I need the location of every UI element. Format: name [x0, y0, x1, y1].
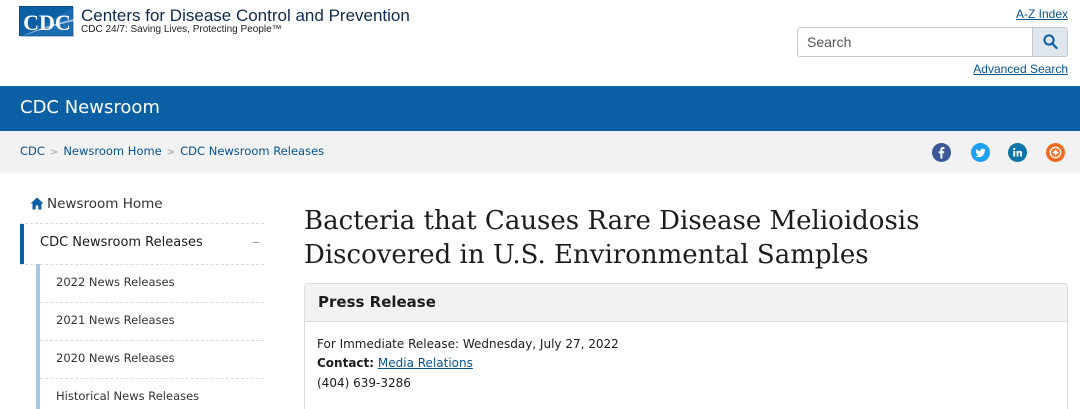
contact-phone: (404) 639-3286 — [317, 376, 411, 390]
breadcrumb: CDC > Newsroom Home > CDC Newsroom Releases — [20, 144, 324, 158]
az-index-link[interactable]: A-Z Index — [1016, 7, 1068, 21]
sidebar-item-label: Historical News Releases — [56, 389, 200, 403]
sidebar-item-2021[interactable]: 2021 News Releases — [36, 302, 264, 340]
release-date: For Immediate Release: Wednesday, July 2… — [317, 337, 619, 351]
syndicate-icon[interactable] — [1046, 143, 1065, 162]
sidebar-item-label: 2020 News Releases — [56, 351, 175, 365]
breadcrumb-separator: > — [166, 147, 176, 158]
site-header: CDC Centers for Disease Control and Prev… — [0, 0, 1080, 86]
cdc-logo-graphic: CDC — [20, 7, 74, 37]
sidebar-item-label: 2022 News Releases — [56, 275, 175, 289]
card-title: Press Release — [318, 293, 436, 311]
contact-label: Contact: — [317, 356, 375, 370]
breadcrumb-separator: > — [49, 147, 59, 158]
page-title: Bacteria that Causes Rare Disease Melioi… — [304, 206, 920, 270]
press-release-card: Press Release For Immediate Release: Wed… — [304, 283, 1068, 409]
card-header: Press Release — [305, 284, 1067, 322]
sidebar-item-historical[interactable]: Historical News Releases — [36, 378, 264, 409]
breadcrumb-cdc[interactable]: CDC — [20, 144, 45, 158]
sidebar-item-2022[interactable]: 2022 News Releases — [36, 264, 264, 302]
tagline: CDC 24/7: Saving Lives, Protecting Peopl… — [81, 24, 282, 35]
cdc-logo[interactable]: CDC — [19, 6, 74, 37]
newsroom-banner: CDC Newsroom — [0, 86, 1080, 131]
home-icon — [30, 197, 44, 210]
sidebar-home-label: Newsroom Home — [47, 196, 163, 212]
contact-line: Contact: Media Relations — [317, 356, 473, 370]
linkedin-icon[interactable] — [1008, 143, 1027, 162]
search-box — [797, 27, 1068, 57]
advanced-search-link[interactable]: Advanced Search — [973, 62, 1068, 76]
sidebar-item-newsroom-releases[interactable]: CDC Newsroom Releases – — [20, 224, 264, 264]
sidebar-item-label: 2021 News Releases — [56, 313, 175, 327]
collapse-icon[interactable]: – — [252, 232, 260, 251]
media-relations-link[interactable]: Media Relations — [378, 356, 473, 370]
sidebar-item-2020[interactable]: 2020 News Releases — [36, 340, 264, 378]
twitter-icon[interactable] — [971, 143, 990, 162]
breadcrumb-bar: CDC > Newsroom Home > CDC Newsroom Releases — [0, 131, 1080, 173]
breadcrumb-newsroom-releases[interactable]: CDC Newsroom Releases — [180, 144, 324, 158]
org-name[interactable]: Centers for Disease Control and Preventi… — [81, 6, 410, 26]
search-icon — [1043, 34, 1058, 50]
search-input[interactable] — [798, 28, 1033, 56]
facebook-icon[interactable] — [932, 143, 951, 162]
newsroom-title[interactable]: CDC Newsroom — [20, 97, 160, 118]
sidebar-active-label: CDC Newsroom Releases — [40, 235, 203, 250]
logo-text: CDC — [23, 10, 71, 35]
sidebar-newsroom-home[interactable]: Newsroom Home — [30, 196, 163, 212]
search-button[interactable] — [1032, 28, 1067, 56]
breadcrumb-newsroom-home[interactable]: Newsroom Home — [63, 144, 161, 158]
